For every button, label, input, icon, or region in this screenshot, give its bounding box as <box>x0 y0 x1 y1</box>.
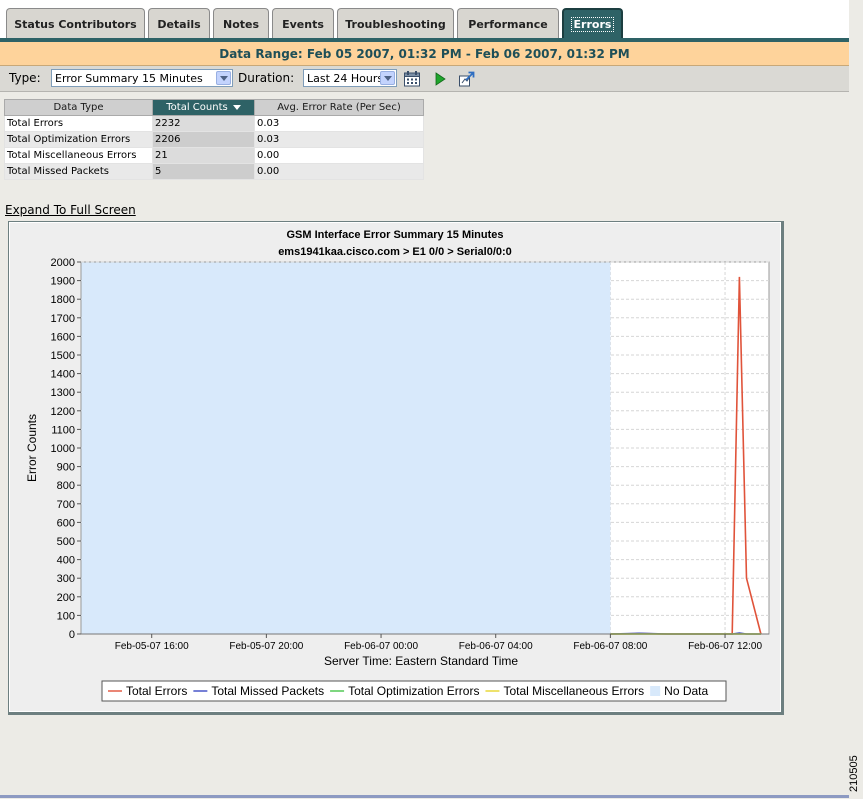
y-tick-label: 2000 <box>51 257 75 269</box>
table-cell: 0.03 <box>254 131 424 148</box>
legend-label: Total Errors <box>126 684 187 698</box>
tab-status-contributors[interactable]: Status Contributors <box>6 8 145 39</box>
calendar-icon[interactable] <box>403 70 421 88</box>
y-tick-label: 1900 <box>51 276 75 288</box>
page-bottom-rule <box>0 795 849 798</box>
tab-label: Details <box>157 17 201 31</box>
type-select[interactable]: Error Summary 15 Minutes <box>51 69 233 87</box>
chevron-down-icon <box>216 71 231 85</box>
tab-performance[interactable]: Performance <box>457 8 559 39</box>
type-label: Type: <box>9 71 41 85</box>
x-tick-label: Feb-06-07 08:00 <box>573 641 647 652</box>
y-tick-label: 1300 <box>51 387 75 399</box>
export-icon[interactable] <box>458 70 476 88</box>
duration-select-value: Last 24 Hours <box>307 72 384 85</box>
y-tick-label: 800 <box>57 480 75 492</box>
chart-subtitle: ems1941kaa.cisco.com > E1 0/0 > Serial0/… <box>278 246 512 258</box>
x-tick-label: Feb-05-07 16:00 <box>115 641 189 652</box>
table-row: Total Miscellaneous Errors 21 0.00 <box>4 147 424 164</box>
y-tick-label: 1700 <box>51 313 75 325</box>
column-header-data-type[interactable]: Data Type <box>4 99 153 116</box>
chevron-down-icon <box>380 71 395 85</box>
tab-label: Troubleshooting <box>345 17 446 31</box>
tab-label: Events <box>282 17 324 31</box>
tab-label: Errors <box>570 17 615 32</box>
table-row: Total Errors 2232 0.03 <box>4 115 424 132</box>
y-tick-label: 1500 <box>51 350 75 362</box>
table-cell: Total Miscellaneous Errors <box>4 147 153 164</box>
play-icon[interactable] <box>431 70 449 88</box>
figure-id-watermark: 210505 <box>848 755 860 792</box>
y-tick-label: 700 <box>57 499 75 511</box>
y-tick-label: 1800 <box>51 294 75 306</box>
tab-label: Performance <box>468 17 548 31</box>
column-header-avg-error-rate[interactable]: Avg. Error Rate (Per Sec) <box>254 99 424 116</box>
y-tick-label: 1000 <box>51 443 75 455</box>
x-tick-label: Feb-05-07 20:00 <box>229 641 303 652</box>
table-row: Total Missed Packets 5 0.00 <box>4 163 424 180</box>
chart-title: GSM Interface Error Summary 15 Minutes <box>286 229 503 241</box>
table-cell: Total Optimization Errors <box>4 131 153 148</box>
y-tick-label: 500 <box>57 536 75 548</box>
y-tick-label: 1600 <box>51 331 75 343</box>
x-tick-label: Feb-06-07 00:00 <box>344 641 418 652</box>
y-tick-label: 300 <box>57 573 75 585</box>
table-cell: 2232 <box>152 115 255 132</box>
table-header-row: Data Type Total Counts Avg. Error Rate (… <box>4 99 424 116</box>
expand-full-screen-link[interactable]: Expand To Full Screen <box>5 203 136 217</box>
table-cell: 0.00 <box>254 147 424 164</box>
y-tick-label: 1100 <box>51 424 75 436</box>
error-summary-chart: GSM Interface Error Summary 15 Minutes e… <box>25 229 770 702</box>
y-tick-label: 400 <box>57 555 75 567</box>
no-data-region <box>81 262 611 634</box>
tab-details[interactable]: Details <box>148 8 210 39</box>
table-cell: 0.03 <box>254 115 424 132</box>
table-cell: Total Errors <box>4 115 153 132</box>
y-axis-ticks: 0 100 200 300 400 500 600 700 800 900 1000 1100 1200… <box>51 257 81 641</box>
tab-label: Notes <box>222 17 260 31</box>
y-tick-label: 1200 <box>51 406 75 418</box>
tab-label: Status Contributors <box>14 17 137 31</box>
table-cell: 2206 <box>152 131 255 148</box>
x-axis-ticks: Feb-05-07 16:00 Feb-05-07 20:00 Feb-06-07 … <box>115 634 762 652</box>
duration-select[interactable]: Last 24 Hours <box>303 69 397 87</box>
legend-label: No Data <box>664 684 708 698</box>
type-select-value: Error Summary 15 Minutes <box>55 72 203 85</box>
table-cell: 21 <box>152 147 255 164</box>
column-header-total-counts[interactable]: Total Counts <box>152 99 255 116</box>
y-tick-label: 200 <box>57 592 75 604</box>
data-range-text: Data Range: Feb 05 2007, 01:32 PM - Feb … <box>219 46 630 61</box>
chart-legend: Total Errors Total Missed Packets Total Op… <box>101 680 727 702</box>
tab-errors[interactable]: Errors <box>562 8 623 39</box>
table-cell: Total Missed Packets <box>4 163 153 180</box>
y-tick-label: 100 <box>57 610 75 622</box>
y-tick-label: 0 <box>69 629 75 641</box>
y-tick-label: 1400 <box>51 369 75 381</box>
legend-label: Total Missed Packets <box>211 684 324 698</box>
legend-swatch <box>650 686 661 696</box>
y-tick-label: 600 <box>57 517 75 529</box>
controls-bar: Type: Error Summary 15 Minutes Duration:… <box>0 66 849 92</box>
table-cell: 0.00 <box>254 163 424 180</box>
legend-label: Total Optimization Errors <box>348 684 479 698</box>
y-axis-label: Error Counts <box>25 414 39 482</box>
x-tick-label: Feb-06-07 12:00 <box>688 641 762 652</box>
x-tick-label: Feb-06-07 04:00 <box>459 641 533 652</box>
tab-events[interactable]: Events <box>272 8 334 39</box>
chart-panel: GSM Interface Error Summary 15 Minutes e… <box>8 221 784 715</box>
tab-bar: Status Contributors Details Notes Events… <box>0 0 849 40</box>
duration-label: Duration: <box>238 71 295 85</box>
no-data-band <box>81 262 611 634</box>
data-range-bar: Data Range: Feb 05 2007, 01:32 PM - Feb … <box>0 42 849 66</box>
table-cell: 5 <box>152 163 255 180</box>
tab-troubleshooting[interactable]: Troubleshooting <box>337 8 454 39</box>
x-axis-label: Server Time: Eastern Standard Time <box>324 654 518 668</box>
tab-notes[interactable]: Notes <box>213 8 269 39</box>
error-summary-table: Data Type Total Counts Avg. Error Rate (… <box>4 99 424 180</box>
y-tick-label: 900 <box>57 462 75 474</box>
table-row: Total Optimization Errors 2206 0.03 <box>4 131 424 148</box>
legend-label: Total Miscellaneous Errors <box>503 684 644 698</box>
